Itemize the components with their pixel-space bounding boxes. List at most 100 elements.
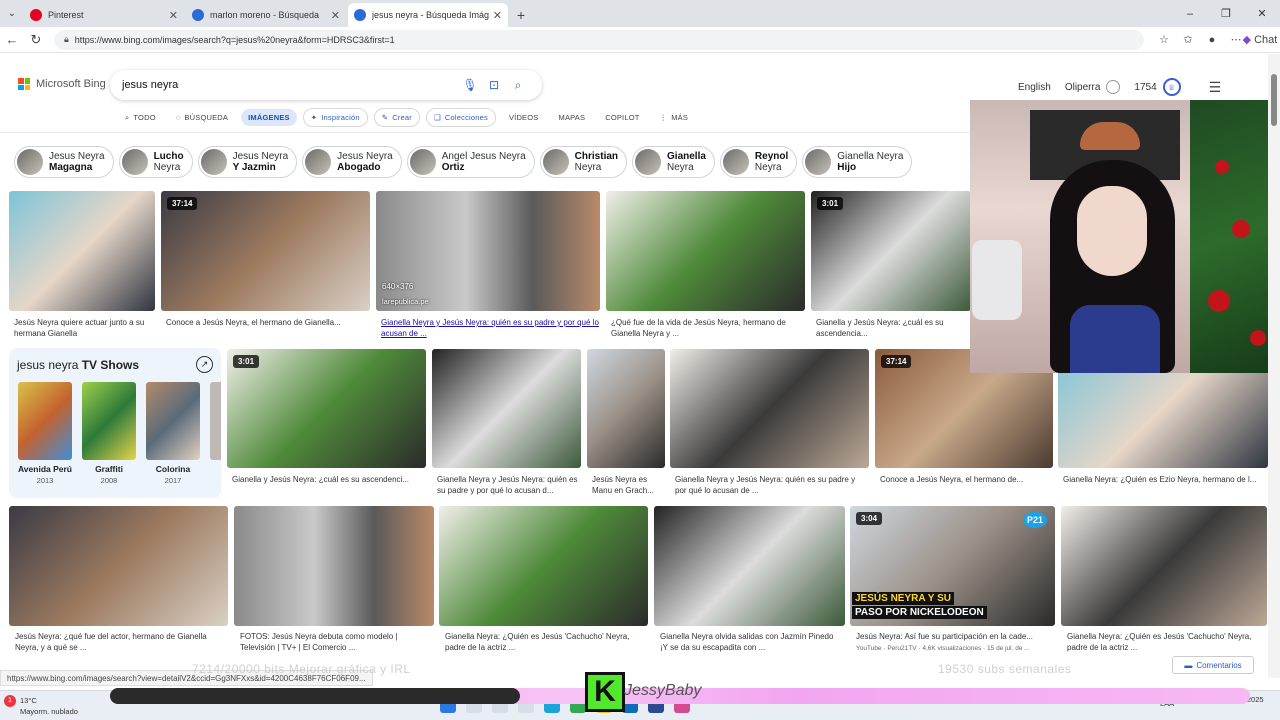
tv-show-name[interactable]: Mi	[207, 464, 221, 474]
back-icon[interactable]: ←	[0, 28, 24, 52]
search-box[interactable]: jesus neyra 🎙︎ ⊡ ⌕	[110, 70, 542, 100]
result-image[interactable]	[234, 506, 434, 626]
result-image[interactable]	[587, 349, 665, 468]
image-caption[interactable]: Gianella y Jesús Neyra: ¿cuál es su asce…	[816, 317, 970, 339]
tab-title: jesus neyra - Búsqueda Imágenes	[372, 10, 489, 20]
image-caption[interactable]: Gianella Neyra: ¿Quién es Jesús 'Cachuch…	[445, 631, 646, 653]
result-image[interactable]	[654, 506, 845, 626]
image-caption[interactable]: Gianella Neyra olvida salidas con Jazmín…	[660, 631, 843, 653]
related-search-pill[interactable]: Gianella Neyra Hijo	[802, 146, 913, 178]
scope-tab-2[interactable]: IMÁGENES	[241, 109, 297, 126]
rewards-button[interactable]: 1754 ♕	[1134, 78, 1181, 96]
pill-line2: Neyra	[667, 162, 694, 173]
result-image[interactable]: 3:01	[811, 191, 971, 311]
image-caption[interactable]: Conoce a Jesús Neyra, el hermano de Gian…	[166, 317, 369, 339]
browser-tab[interactable]: jesus neyra - Búsqueda Imágenes ✕	[348, 3, 508, 27]
pill-line2: Ortiz	[441, 162, 465, 173]
image-caption[interactable]: ¿Qué fue de la vida de Jesús Neyra, herm…	[611, 317, 804, 339]
result-image[interactable]: 640×376 larepublica.pe	[376, 191, 600, 311]
favorites-icon[interactable]: ✩	[1176, 28, 1200, 52]
tab-favicon-icon	[30, 9, 42, 21]
related-search-pill[interactable]: Angel Jesus Neyra Ortiz	[406, 146, 535, 178]
image-caption[interactable]: Jesús Neyra: ¿qué fue del actor, hermano…	[15, 631, 226, 653]
image-caption[interactable]: Gianella Neyra y Jesús Neyra: quién es s…	[675, 474, 868, 496]
refresh-icon[interactable]: ↻	[24, 28, 48, 52]
search-icon[interactable]: ⌕	[506, 78, 530, 93]
result-image[interactable]	[606, 191, 805, 311]
tv-show-poster[interactable]	[18, 382, 72, 460]
feedback-button[interactable]: ▬ Comentarios	[1172, 656, 1254, 674]
tv-show-name[interactable]: Colorina	[143, 464, 203, 474]
image-caption[interactable]: Gianella Neyra: ¿Quién es Jesús 'Cachuch…	[1067, 631, 1265, 653]
pill-avatar	[635, 149, 662, 175]
scope-tab-7[interactable]: MAPAS	[552, 109, 593, 126]
visual-search-icon[interactable]: ⊡	[482, 78, 506, 92]
result-image[interactable]: 37:14	[161, 191, 370, 311]
result-image[interactable]	[9, 506, 228, 626]
scope-tab-9[interactable]: ⋮ MÁS	[653, 109, 696, 126]
tv-show-name[interactable]: Graffiti	[79, 464, 139, 474]
image-caption[interactable]: Gianella y Jesús Neyra: ¿cuál es su asce…	[232, 474, 425, 485]
related-search-pill[interactable]: Christian Neyra	[539, 146, 628, 178]
image-caption[interactable]: Gianella Neyra y Jesús Neyra: quién es s…	[437, 474, 580, 496]
minimize-icon[interactable]: –	[1172, 0, 1208, 27]
favorite-star-icon[interactable]: ☆	[1152, 28, 1176, 52]
profile-icon[interactable]: ●	[1200, 28, 1224, 52]
hamburger-menu-icon[interactable]: ☰	[1209, 79, 1222, 96]
microphone-icon[interactable]: 🎙︎	[458, 78, 482, 92]
scope-tab-8[interactable]: COPILOT	[598, 109, 646, 126]
related-search-pill[interactable]: Jesus Neyra Abogado	[302, 146, 402, 178]
image-caption[interactable]: Jesús Neyra: Así fue su participación en…	[856, 631, 1053, 642]
image-subcaption: YouTube · Peru21TV · 4,6K visualizacione…	[856, 645, 1030, 652]
new-tab-button[interactable]: +	[510, 3, 532, 27]
scope-tab-1[interactable]: ◌ BÚSQUEDA	[169, 109, 235, 126]
arrow-link-icon[interactable]: ↗	[196, 356, 213, 373]
related-search-pill[interactable]: Jesus Neyra Magagna	[14, 146, 114, 178]
close-tab-icon[interactable]: ✕	[493, 9, 502, 22]
image-caption[interactable]: Gianella Neyra y Jesús Neyra: quién es s…	[381, 317, 599, 339]
browser-tab[interactable]: marlon moreno - Búsqueda ✕	[186, 3, 346, 27]
scope-tab-5[interactable]: ❏ Colecciones	[425, 108, 496, 127]
image-caption[interactable]: Jesús Neyra es Manu en Grach...	[592, 474, 664, 496]
image-caption[interactable]: FOTOS: Jesús Neyra debuta como modelo | …	[240, 631, 432, 653]
language-link[interactable]: English	[1018, 82, 1051, 93]
url-field[interactable]: 🔒︎ https://www.bing.com/images/search?q=…	[54, 29, 1144, 50]
tv-show-name[interactable]: Avenida Perú	[15, 464, 75, 474]
image-caption[interactable]: Jesús Neyra quiere actuar junto a su her…	[14, 317, 154, 339]
scope-tab-0[interactable]: ⌕ TODO	[118, 109, 163, 127]
result-image[interactable]	[670, 349, 869, 468]
browser-tab[interactable]: Pinterest ✕	[24, 3, 184, 27]
related-search-pill[interactable]: Jesus Neyra Y Jazmin	[197, 146, 298, 178]
image-caption[interactable]: Conoce a Jesús Neyra, el hermano de...	[880, 474, 1052, 485]
tv-show-poster[interactable]	[82, 382, 136, 460]
related-search-pill[interactable]: Reynol Neyra	[719, 146, 798, 178]
scrollbar-thumb[interactable]	[1271, 74, 1277, 126]
pill-avatar	[17, 149, 43, 175]
tab-actions-icon[interactable]: ⌄	[0, 0, 24, 27]
result-image[interactable]	[432, 349, 581, 468]
close-window-icon[interactable]: ✕	[1244, 0, 1280, 27]
result-image[interactable]	[439, 506, 648, 626]
result-image[interactable]	[1061, 506, 1267, 626]
scope-tab-3[interactable]: ✦ Inspiración	[302, 108, 368, 127]
user-name[interactable]: Oliperra	[1065, 80, 1121, 94]
related-search-pill[interactable]: Gianella Neyra	[632, 146, 715, 178]
close-tab-icon[interactable]: ✕	[169, 9, 178, 22]
search-input[interactable]: jesus neyra	[122, 79, 458, 91]
bing-logo[interactable]: Microsoft Bing	[18, 78, 106, 90]
result-image[interactable]	[9, 191, 155, 311]
related-search-pill[interactable]: Lucho Neyra	[118, 146, 193, 178]
tv-show-poster[interactable]	[146, 382, 200, 460]
result-image[interactable]: 3:04 P21 JESÚS NEYRA Y SU PASO POR NICKELOD…	[850, 506, 1055, 626]
result-image[interactable]: 3:01	[227, 349, 426, 468]
rewards-medal-icon: ♕	[1162, 78, 1181, 96]
image-caption[interactable]: Gianella Neyra: ¿Quién es Ezio Neyra, he…	[1063, 474, 1267, 485]
chat-button[interactable]: ◆ Chat	[1243, 28, 1278, 52]
weather-widget[interactable]: 1 13°C Mayorm. nublado	[4, 695, 78, 717]
vertical-scrollbar[interactable]	[1268, 54, 1280, 678]
scope-tab-6[interactable]: VÍDEOS	[502, 109, 546, 126]
tv-show-poster[interactable]	[210, 382, 221, 460]
scope-tab-4[interactable]: ✎ Crear	[373, 108, 420, 127]
close-tab-icon[interactable]: ✕	[331, 9, 340, 22]
maximize-icon[interactable]: ❐	[1208, 0, 1244, 27]
